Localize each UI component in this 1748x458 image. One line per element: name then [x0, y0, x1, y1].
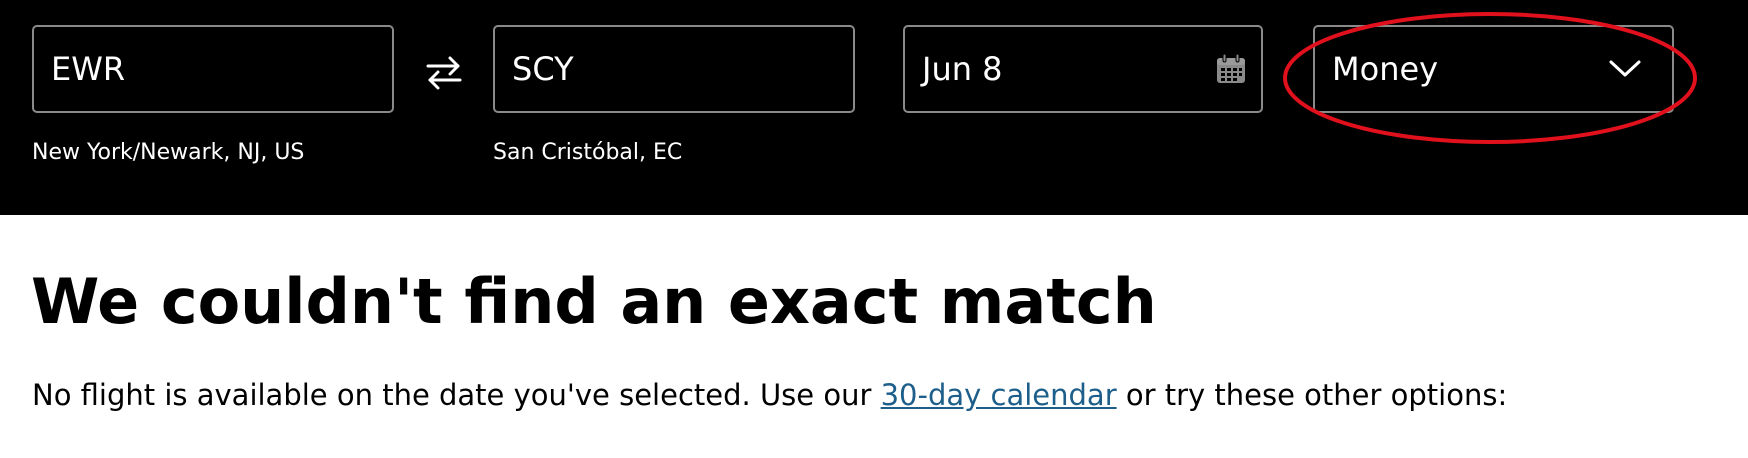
swap-airports-button[interactable]: [420, 53, 468, 93]
fare-type-value: Money: [1332, 50, 1439, 88]
destination-code: SCY: [512, 50, 574, 88]
chevron-down-icon: [1609, 60, 1641, 77]
origin-airport-field[interactable]: EWR: [32, 25, 394, 113]
departure-date-value: Jun 8: [922, 50, 1003, 88]
departure-date-field[interactable]: Jun 8: [903, 25, 1263, 113]
calendar-link[interactable]: 30-day calendar: [881, 378, 1117, 412]
destination-city-label: San Cristóbal, EC: [493, 140, 683, 165]
no-match-heading: We couldn't find an exact match: [31, 265, 1157, 338]
origin-code: EWR: [51, 50, 126, 88]
origin-city-label: New York/Newark, NJ, US: [32, 140, 305, 165]
message-text-before: No flight is available on the date you'v…: [32, 378, 881, 412]
no-flight-message: No flight is available on the date you'v…: [32, 378, 1507, 412]
message-text-after: or try these other options:: [1116, 378, 1508, 412]
swap-arrows-icon: [426, 56, 462, 90]
fare-type-dropdown[interactable]: Money: [1313, 25, 1674, 113]
calendar-icon[interactable]: [1215, 53, 1247, 85]
destination-airport-field[interactable]: SCY: [493, 25, 855, 113]
flight-search-bar: EWR New York/Newark, NJ, US SCY San Cris…: [0, 0, 1748, 215]
